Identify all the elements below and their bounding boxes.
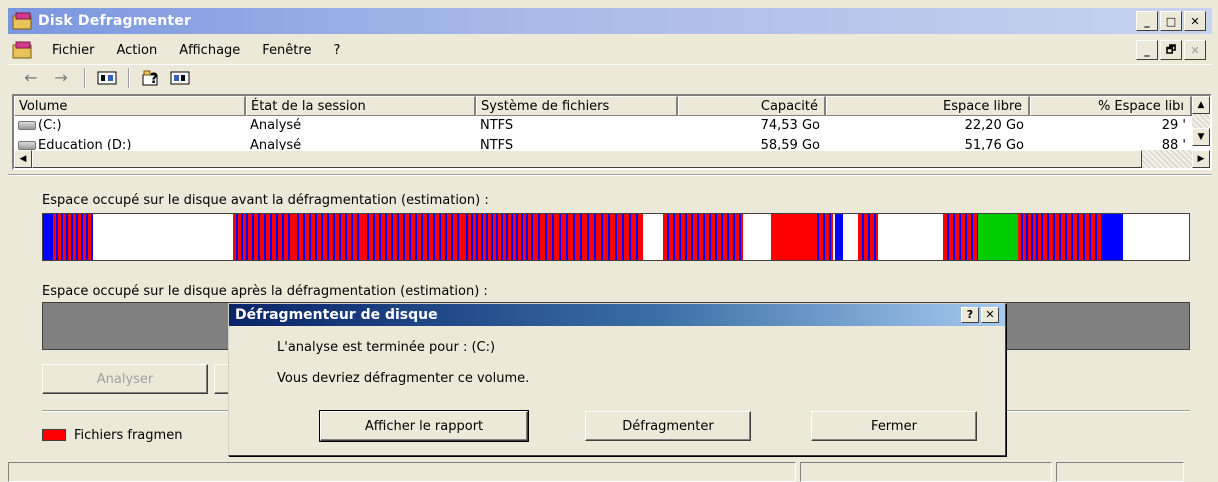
disk-cluster-block (233, 214, 248, 260)
dialog-help-button[interactable]: ? (961, 307, 979, 323)
defragment-dialog-button[interactable]: Défragmenter (585, 411, 751, 441)
disk-cluster-block (533, 214, 643, 260)
vertical-scrollbar[interactable]: ▲ ▼ (1192, 96, 1210, 150)
toolbar: ← → ? (8, 64, 1212, 90)
dialog-close-button[interactable]: ✕ (981, 307, 999, 323)
disk-cluster-block (978, 214, 1018, 260)
back-icon[interactable]: ← (16, 67, 46, 89)
disk-cluster-block (858, 214, 878, 260)
horizontal-scrollbar[interactable]: ◀ ▶ (14, 150, 1210, 168)
list-header: Volume État de la session Système de fic… (14, 96, 1210, 116)
column-volume[interactable]: Volume (14, 96, 246, 116)
column-capacity[interactable]: Capacité (678, 96, 826, 116)
disk-cluster-block (813, 214, 833, 260)
disk-cluster-block (835, 214, 843, 260)
disk-cluster-block (771, 214, 813, 260)
menu-affichage[interactable]: Affichage (171, 43, 254, 58)
legend-fragmented-label: Fichiers fragmen (74, 428, 183, 443)
disk-cluster-block (663, 214, 743, 260)
disk-cluster-block (53, 214, 93, 260)
minimize-button[interactable]: _ (1136, 11, 1158, 31)
scroll-thumb[interactable] (32, 150, 1142, 168)
disk-map-before (42, 213, 1190, 261)
forward-icon[interactable]: → (46, 67, 76, 89)
mdi-restore-button[interactable]: 🗗 (1160, 40, 1182, 60)
mdi-minimize-button[interactable]: _ (1136, 40, 1158, 60)
capacity: 74,53 Go (760, 118, 820, 133)
disk-cluster-block (248, 214, 293, 260)
fragmented-legend-swatch (42, 429, 66, 441)
maximize-button[interactable]: □ (1160, 11, 1182, 31)
dialog-message-2: Vous devriez défragmenter ce volume. (277, 371, 530, 386)
defrag-app-icon (12, 12, 34, 30)
show-hide-tree-icon[interactable] (94, 67, 120, 89)
menu-fichier[interactable]: Fichier (44, 43, 109, 58)
session-state: Analysé (250, 118, 302, 133)
menu-help[interactable]: ? (325, 43, 354, 58)
show-report-button[interactable]: Afficher le rapport (319, 410, 529, 442)
column-free-percent[interactable]: % Espace libı (1030, 96, 1192, 116)
close-dialog-button[interactable]: Fermer (811, 411, 977, 441)
title-bar[interactable]: Disk Defragmenter _ □ ✕ (8, 8, 1212, 34)
disk-cluster-block (293, 214, 363, 260)
column-session-state[interactable]: État de la session (246, 96, 476, 116)
disk-cluster-block (363, 214, 463, 260)
volume-list[interactable]: Volume État de la session Système de fic… (12, 94, 1212, 170)
table-row[interactable]: (C:) Analysé NTFS 74,53 Go 22,20 Go 29 ' (14, 116, 1210, 136)
hard-drive-icon (18, 121, 36, 130)
disk-cluster-block (1018, 214, 1043, 260)
document-icon[interactable] (12, 41, 34, 59)
after-label: Espace occupé sur le disque après la déf… (42, 284, 488, 299)
dialog-title-bar[interactable]: Défragmenteur de disque ? ✕ (229, 304, 1005, 326)
dialog-title: Défragmenteur de disque (235, 307, 438, 323)
column-file-system[interactable]: Système de fichiers (476, 96, 678, 116)
disk-cluster-block (463, 214, 533, 260)
disk-cluster-block (1043, 214, 1103, 260)
scroll-down-icon[interactable]: ▼ (1192, 128, 1210, 146)
close-button[interactable]: ✕ (1184, 11, 1206, 31)
free-space: 22,20 Go (964, 118, 1024, 133)
scroll-up-icon[interactable]: ▲ (1192, 96, 1210, 114)
scroll-right-icon[interactable]: ▶ (1192, 150, 1210, 168)
help-icon[interactable]: ? (138, 67, 166, 89)
free-percent: 29 ' (1161, 118, 1186, 133)
disk-cluster-block (43, 214, 53, 260)
menu-action[interactable]: Action (109, 43, 172, 58)
dialog-message-1: L'analyse est terminée pour : (C:) (277, 340, 496, 355)
menu-bar: Fichier Action Affichage Fenêtre ? _ 🗗 ✕ (8, 36, 1212, 64)
before-label: Espace occupé sur le disque avant la déf… (42, 193, 489, 208)
scroll-left-icon[interactable]: ◀ (14, 150, 32, 168)
disk-cluster-block (943, 214, 978, 260)
file-system: NTFS (480, 118, 514, 133)
status-bar (8, 462, 1212, 482)
column-free-space[interactable]: Espace libre (826, 96, 1030, 116)
mdi-close-button[interactable]: ✕ (1184, 40, 1206, 60)
disk-cluster-block (1103, 214, 1123, 260)
console-tree-icon[interactable] (166, 67, 194, 89)
analysis-complete-dialog[interactable]: Défragmenteur de disque ? ✕ L'analyse es… (228, 303, 1006, 456)
window-title: Disk Defragmenter (38, 13, 192, 29)
hard-drive-icon (18, 141, 36, 150)
menu-fenetre[interactable]: Fenêtre (254, 43, 325, 58)
volume-name: (C:) (38, 118, 62, 133)
svg-text:?: ? (150, 71, 158, 87)
analyze-button[interactable]: Analyser (42, 364, 208, 394)
